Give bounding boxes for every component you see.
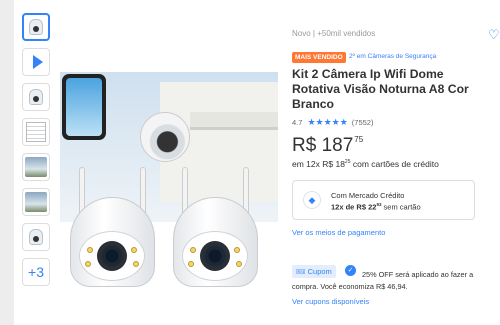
camera-thumb-icon bbox=[29, 19, 43, 35]
mercado-credito-installments: 12x de R$ 2293 sem cartão bbox=[331, 202, 421, 212]
more-photos-button[interactable]: +3 bbox=[22, 258, 50, 286]
condition-sold-count: Novo | +50mil vendidos bbox=[292, 29, 376, 38]
main-product-image[interactable] bbox=[60, 72, 278, 302]
rating[interactable]: 4.7 ★★★★★ (7552) bbox=[292, 117, 373, 128]
scene-thumb-icon bbox=[25, 192, 47, 212]
spec-sheet-thumb-icon bbox=[26, 122, 46, 142]
rating-value: 4.7 bbox=[292, 118, 303, 127]
thumbnail-6[interactable] bbox=[22, 188, 50, 216]
camera-left-image bbox=[65, 167, 160, 287]
thumbnail-gallery: +3 bbox=[22, 13, 52, 293]
coupon-tag: 🎫︎ Cupom bbox=[292, 265, 336, 278]
thumbnail-3[interactable] bbox=[22, 83, 50, 111]
coupon-savings: compra. Você economiza R$ 46,94. bbox=[292, 282, 408, 291]
mercado-credito-title: Com Mercado Crédito bbox=[331, 191, 405, 200]
scene-thumb-icon bbox=[25, 157, 47, 177]
mercado-credito-box[interactable]: ◆ Com Mercado Crédito 12x de R$ 2293 sem… bbox=[292, 180, 475, 220]
play-icon bbox=[32, 55, 43, 69]
check-circle-icon: ✓ bbox=[345, 265, 356, 276]
best-seller-badge: MAIS VENDIDO bbox=[292, 52, 346, 63]
product-title: Kit 2 Câmera Ip Wifi Dome Rotativa Visão… bbox=[292, 67, 469, 111]
review-count: (7552) bbox=[351, 118, 374, 127]
price-integer: R$ 187 bbox=[292, 135, 354, 156]
thumbnail-4[interactable] bbox=[22, 118, 50, 146]
ticket-icon: 🎫︎ bbox=[296, 267, 306, 276]
price: R$ 18775 bbox=[292, 135, 363, 157]
product-card: +3 Novo | +50mil vendidos ♡ MAIS VENDIDO… bbox=[14, 0, 500, 325]
coupon-description: 25% OFF será aplicado ao fazer a bbox=[362, 270, 474, 279]
thumbnail-7[interactable] bbox=[22, 223, 50, 251]
thumbnail-1[interactable] bbox=[22, 13, 50, 41]
thumbnail-5[interactable] bbox=[22, 153, 50, 181]
camera-thumb-icon bbox=[29, 229, 43, 245]
payment-methods-link[interactable]: Ver os meios de pagamento bbox=[292, 228, 385, 237]
camera-right-image bbox=[168, 167, 263, 287]
category-rank-link[interactable]: 2º em Câmeras de Segurança bbox=[349, 53, 436, 60]
background-beam bbox=[190, 112, 278, 130]
installments: em 12x R$ 1825 com cartões de crédito bbox=[292, 159, 439, 169]
thumbnail-2-video[interactable] bbox=[22, 48, 50, 76]
available-coupons-link[interactable]: Ver cupons disponíveis bbox=[292, 297, 369, 306]
camera-thumb-icon bbox=[29, 89, 43, 105]
background-dome-camera bbox=[140, 112, 190, 162]
mercado-credito-icon: ◆ bbox=[303, 191, 321, 209]
favorite-heart-icon[interactable]: ♡ bbox=[488, 27, 500, 43]
price-cents: 75 bbox=[354, 135, 364, 144]
star-icons: ★★★★★ bbox=[307, 117, 348, 127]
smartphone-image bbox=[62, 74, 106, 140]
